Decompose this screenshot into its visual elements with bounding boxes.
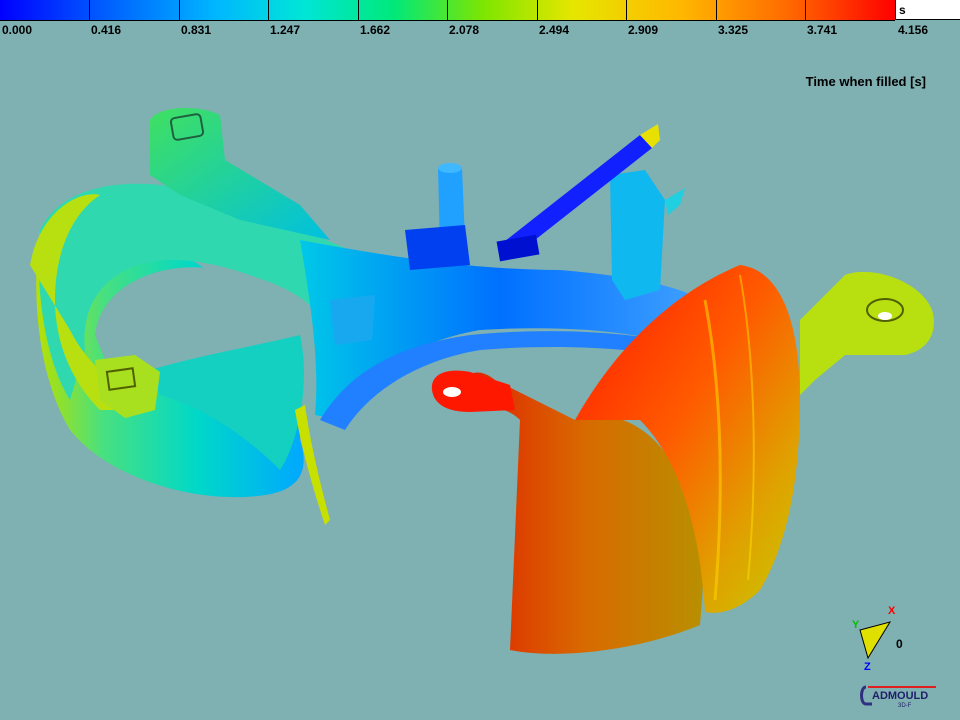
logo-swoosh (860, 685, 872, 706)
center-post-cap (438, 163, 462, 173)
red-lug-hole (443, 387, 461, 397)
axis-triad: X Y Z 0 (852, 605, 903, 673)
center-block (405, 225, 470, 270)
triad-z-label: Z (864, 661, 871, 673)
triad-y-label: Y (852, 619, 860, 631)
left-rib (330, 295, 375, 345)
logo-text: ADMOULD (872, 690, 928, 702)
triad-zero-label: 0 (896, 637, 903, 651)
right-clip (610, 170, 665, 300)
right-clip-tab (665, 188, 685, 215)
part-model-viewport[interactable] (0, 0, 960, 720)
triad-x-label: X (888, 605, 896, 617)
right-bracket (800, 271, 934, 395)
logo-subtext: 3D-F (898, 703, 912, 709)
runner-gate-block (496, 234, 540, 262)
admould-logo: ADMOULD 3D-F (860, 685, 936, 709)
right-mount-hole-inner (878, 312, 892, 320)
triad-plane (859, 621, 892, 660)
